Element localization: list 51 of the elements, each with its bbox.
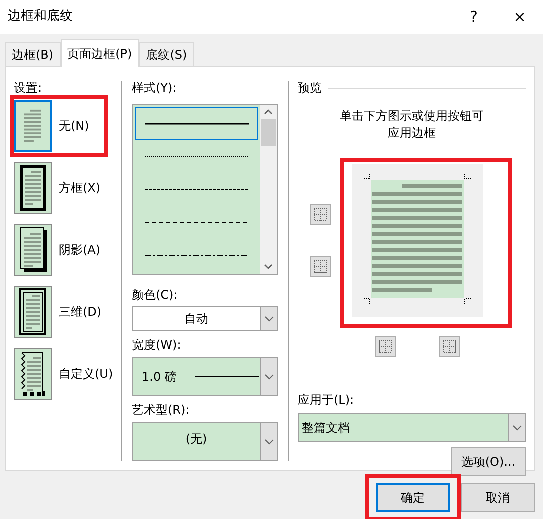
- line-sample: [194, 376, 259, 378]
- window-title: 边框和底纹: [7, 8, 74, 26]
- setting-label[interactable]: 自定义(U): [59, 365, 114, 383]
- preview-label: 预览: [298, 81, 322, 95]
- style-label: 样式(Y):: [132, 81, 178, 95]
- chevron-down-icon: [264, 314, 274, 322]
- border-toggle-button[interactable]: [310, 204, 331, 225]
- setting-option[interactable]: [14, 224, 52, 276]
- setting-option[interactable]: [14, 286, 52, 338]
- scrollbar-thumb[interactable]: [261, 119, 276, 146]
- border-icon: [442, 339, 457, 354]
- preview-hint: 单击下方图示或使用按钮可: [339, 108, 485, 125]
- chevron-down-icon: [264, 438, 274, 446]
- chevron-down-icon: [264, 372, 274, 380]
- options-button[interactable]: 选项(O)...: [451, 447, 526, 476]
- preview-hint: 应用边框: [387, 125, 437, 142]
- settings-label: 设置:: [14, 81, 44, 95]
- border-toggle-button[interactable]: [310, 256, 331, 277]
- chevron-down-icon: [512, 424, 522, 432]
- line-style-option[interactable]: [135, 107, 258, 140]
- tab[interactable]: 边框(B): [5, 42, 61, 66]
- color-label: 颜色(C):: [132, 288, 179, 302]
- color-dropdown[interactable]: 自动: [132, 306, 278, 331]
- border-toggle-button[interactable]: [439, 336, 460, 357]
- border-icon: [313, 259, 328, 274]
- dropdown-value: (无): [186, 431, 208, 448]
- ok-button[interactable]: 确定: [376, 483, 450, 512]
- art-label: 艺术型(R):: [132, 403, 191, 417]
- setting-option[interactable]: [14, 162, 52, 214]
- close-button[interactable]: ×: [497, 0, 543, 34]
- apply-to-dropdown[interactable]: 整篇文档: [298, 413, 526, 442]
- dropdown-value: 自动: [184, 310, 208, 328]
- width-dropdown[interactable]: 1.0 磅: [132, 357, 278, 396]
- tab[interactable]: 页面边框(P): [60, 39, 140, 67]
- art-dropdown[interactable]: (无): [132, 422, 278, 461]
- border-toggle-button[interactable]: [375, 336, 396, 357]
- setting-label[interactable]: 无(N): [59, 117, 90, 135]
- setting-label[interactable]: 方框(X): [59, 179, 101, 197]
- help-button[interactable]: ?: [451, 0, 497, 34]
- setting-label[interactable]: 三维(D): [59, 303, 102, 321]
- border-icon: [313, 207, 328, 222]
- dropdown-value: 1.0 磅: [142, 368, 177, 386]
- cancel-button[interactable]: 取消: [461, 483, 535, 512]
- setting-label[interactable]: 阴影(A): [59, 241, 101, 259]
- border-icon: [378, 339, 393, 354]
- setting-option[interactable]: [14, 348, 52, 400]
- dropdown-value: 整篇文档: [302, 420, 350, 436]
- tab[interactable]: 底纹(S): [139, 42, 194, 66]
- apply-to-label: 应用于(L):: [298, 393, 356, 407]
- width-label: 宽度(W):: [132, 338, 182, 352]
- line-style-list[interactable]: [132, 104, 278, 275]
